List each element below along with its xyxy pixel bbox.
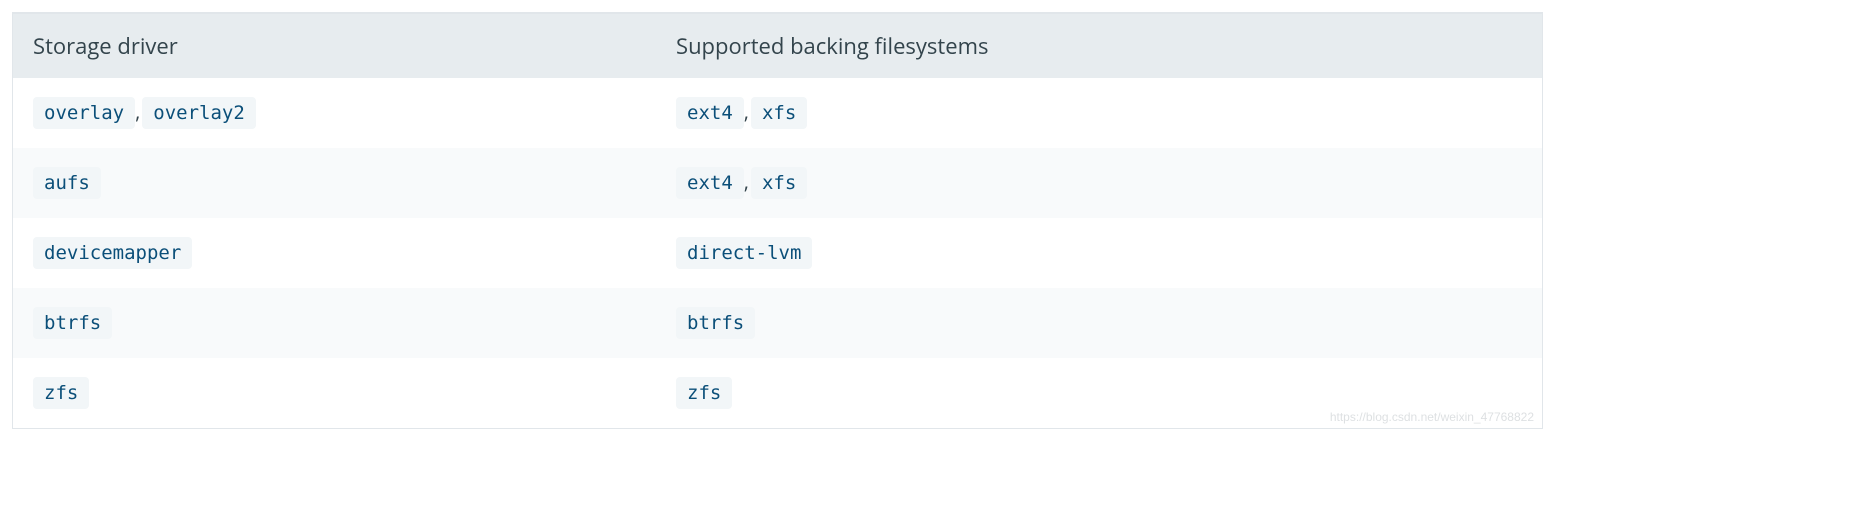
list-separator: , [744,98,751,125]
cell-storage-driver: zfs [13,358,656,428]
table-row: btrfs btrfs [13,288,1542,358]
code-driver: btrfs [33,307,112,340]
code-driver: zfs [33,377,89,410]
col-header-storage-driver: Storage driver [13,14,656,78]
code-filesystem: xfs [751,167,807,200]
cell-backing-fs: direct-lvm [656,218,1542,288]
table-header-row: Storage driver Supported backing filesys… [13,14,1542,78]
code-driver: devicemapper [33,237,192,270]
code-filesystem: direct-lvm [676,237,812,270]
cell-storage-driver: devicemapper [13,218,656,288]
code-filesystem: ext4 [676,167,744,200]
cell-backing-fs: ext4 , xfs [656,78,1542,148]
list-separator: , [744,168,751,195]
list-separator: , [135,98,142,125]
cell-backing-fs: btrfs [656,288,1542,358]
table-row: zfs zfs [13,358,1542,428]
cell-backing-fs: zfs [656,358,1542,428]
col-header-backing-fs: Supported backing filesystems [656,14,1542,78]
code-filesystem: xfs [751,97,807,130]
storage-driver-table: Storage driver Supported backing filesys… [13,14,1542,428]
storage-driver-table-wrapper: Storage driver Supported backing filesys… [12,12,1543,429]
code-driver: aufs [33,167,101,200]
table-row: devicemapper direct-lvm [13,218,1542,288]
cell-storage-driver: overlay , overlay2 [13,78,656,148]
code-filesystem: ext4 [676,97,744,130]
cell-storage-driver: aufs [13,148,656,218]
code-filesystem: btrfs [676,307,755,340]
code-driver: overlay [33,97,135,130]
code-filesystem: zfs [676,377,732,410]
cell-backing-fs: ext4 , xfs [656,148,1542,218]
table-row: overlay , overlay2ext4 , xfs [13,78,1542,148]
cell-storage-driver: btrfs [13,288,656,358]
code-driver: overlay2 [142,97,256,130]
table-row: aufs ext4 , xfs [13,148,1542,218]
table-body: overlay , overlay2ext4 , xfsaufsext4 , x… [13,78,1542,428]
